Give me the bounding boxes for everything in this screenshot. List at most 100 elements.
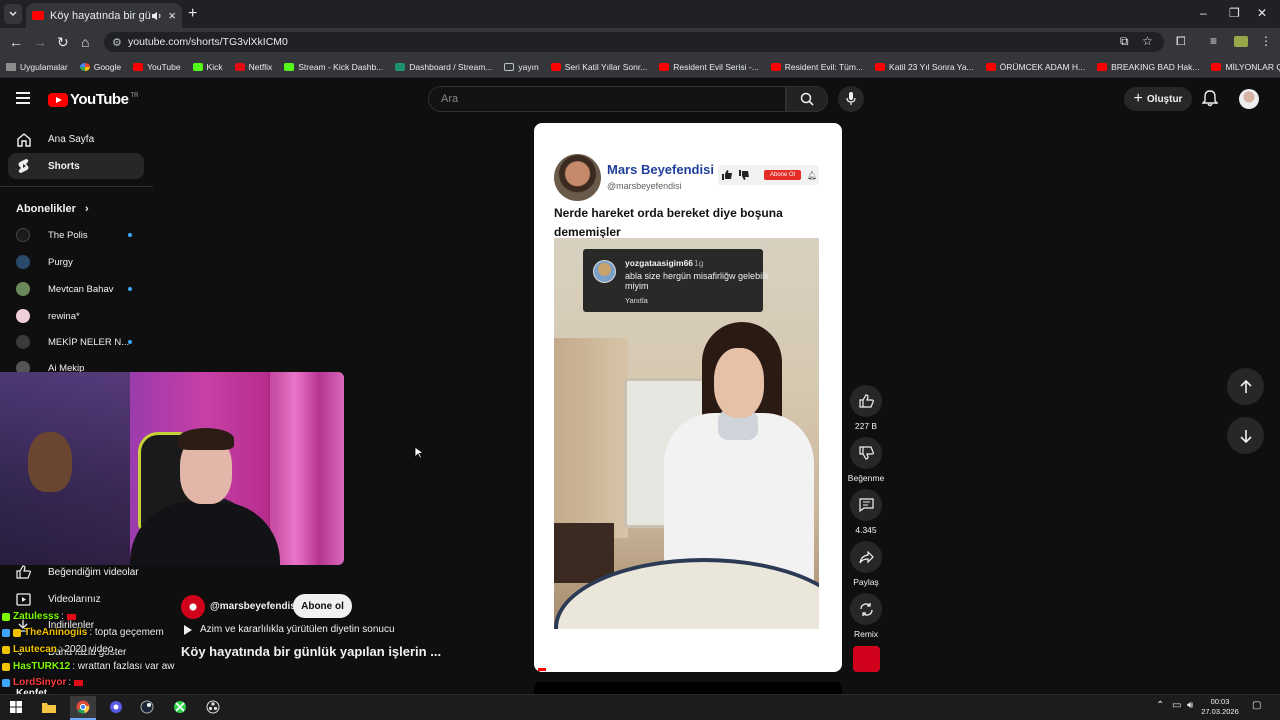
bookmark-stream-dashboard[interactable]: Dashboard / Stream... — [395, 62, 492, 72]
dashboard-icon — [395, 62, 406, 71]
tab-search-button[interactable] — [4, 4, 22, 24]
chat-message: TheAninogiis: topta geçemem — [2, 625, 164, 640]
network-icon[interactable]: ▭ — [1172, 700, 1181, 711]
taskbar-clock[interactable]: 00:03 27.03.2026 — [1200, 697, 1240, 717]
dislike-button[interactable] — [850, 437, 882, 469]
media-controls-icon[interactable]: ≡ — [1210, 34, 1217, 48]
site-info-icon[interactable]: ⚙ — [112, 36, 122, 49]
bookmark-resident-evil-tum[interactable]: Resident Evil: Tüm... — [770, 62, 863, 72]
extensions-icon[interactable]: ⧠ — [1176, 34, 1186, 49]
tab-close-icon[interactable]: × — [168, 8, 176, 23]
app-taskbar-icon[interactable] — [107, 698, 125, 716]
bookmark-apps[interactable]: Uygulamalar — [6, 62, 68, 72]
create-button[interactable]: + Oluştur — [1124, 87, 1192, 111]
bookmark-youtube[interactable]: YouTube — [133, 62, 181, 72]
bookmark-kick-dashboard[interactable]: Stream - Kick Dashb... — [284, 62, 383, 72]
search-input[interactable]: Ara — [428, 86, 786, 112]
youtube-icon — [875, 62, 886, 71]
tray-chevron-up-icon[interactable]: ⌃ — [1156, 700, 1164, 711]
sidebar-divider — [0, 186, 153, 187]
bookmark-breaking-bad[interactable]: BREAKING BAD Hak... — [1097, 62, 1199, 72]
bookmark-orumcek-adam[interactable]: ÖRÜMCEK ADAM H... — [985, 62, 1085, 72]
next-short-button[interactable] — [1227, 417, 1264, 454]
bookmark-katil-23[interactable]: Katil 23 Yıl Sonra Ya... — [875, 62, 974, 72]
plus-icon: + — [1133, 90, 1143, 107]
obs-taskbar-icon[interactable] — [204, 698, 222, 716]
bookmark-milyonlar[interactable]: MİLYONLAR ÇALAR... — [1211, 62, 1280, 72]
bookmark-netflix[interactable]: Netflix — [234, 62, 272, 72]
youtube-icon — [1211, 62, 1222, 71]
subscription-item[interactable]: Purgy — [16, 252, 146, 272]
xbox-taskbar-icon[interactable] — [171, 698, 189, 716]
restore-window-icon[interactable]: ❐ — [1229, 6, 1240, 20]
subscription-item[interactable]: rewina* — [16, 306, 146, 326]
voice-search-button[interactable] — [838, 86, 864, 112]
volume-icon[interactable]: 🔊︎ — [1187, 700, 1193, 711]
bookmark-kick[interactable]: Kick — [192, 62, 223, 72]
account-avatar[interactable] — [1239, 89, 1259, 109]
home-icon[interactable]: ⌂ — [81, 34, 89, 50]
share-button[interactable] — [850, 541, 882, 573]
chrome-taskbar-icon[interactable] — [70, 696, 96, 720]
sidebar-item-your-videos[interactable]: Videolarınız — [8, 588, 144, 610]
bookmark-google[interactable]: Google — [79, 62, 121, 72]
minimize-window-icon[interactable]: – — [1200, 6, 1207, 20]
previous-short-button[interactable] — [1227, 368, 1264, 405]
install-app-icon[interactable]: ⧉ — [1120, 34, 1129, 49]
subscriptions-heading[interactable]: Abonelikler › — [16, 203, 89, 215]
youtube-icon — [985, 62, 996, 71]
sidebar-item-home[interactable]: Ana Sayfa — [8, 126, 144, 152]
profile-icon[interactable] — [1234, 36, 1248, 47]
menu-icon[interactable] — [16, 92, 30, 104]
sound-thumbnail[interactable] — [853, 646, 880, 672]
forward-icon[interactable]: → — [33, 34, 47, 50]
browser-tab[interactable]: Köy hayatında bir günlük ya... × — [26, 3, 182, 28]
video-progress-bar[interactable] — [538, 668, 546, 671]
notification-center-icon[interactable]: ▢ — [1252, 700, 1261, 711]
comments-button[interactable] — [850, 489, 882, 521]
bookmark-seri-katil[interactable]: Seri Katil Yıllar Sonr... — [550, 62, 647, 72]
bookmark-folder-yayin[interactable]: yayın — [504, 62, 539, 72]
youtube-icon — [133, 62, 144, 71]
browser-menu-icon[interactable]: ⋮ — [1260, 34, 1272, 48]
subscription-item[interactable]: The Polis — [16, 225, 146, 245]
overlay-channel-name: Mars Beyefendisi — [607, 162, 714, 177]
kick-icon — [284, 62, 295, 71]
youtube-logo[interactable]: YouTube TR — [48, 91, 138, 108]
short-music-info[interactable]: Azim ve kararlılıkla yürütülen diyetin s… — [183, 624, 395, 635]
like-button[interactable] — [850, 385, 882, 417]
windows-start-icon[interactable] — [7, 698, 25, 716]
address-bar[interactable]: ⚙ youtube.com/shorts/TG3vlXkICM0 — [104, 32, 1164, 52]
comment-text: abla size hergün misafirliğw gelebilir m… — [625, 271, 770, 291]
turkish-flag-icon — [66, 613, 76, 620]
kick-icon — [192, 62, 203, 71]
bookmark-resident-evil-serisi[interactable]: Resident Evil Serisi -... — [659, 62, 759, 72]
back-icon[interactable]: ← — [9, 34, 23, 50]
remix-label: Remix — [853, 629, 879, 639]
apps-grid-icon — [6, 62, 16, 71]
thumbs-down-icon — [858, 446, 874, 460]
subscription-item[interactable]: MEKİP NELER N... — [16, 332, 146, 352]
steam-taskbar-icon[interactable] — [138, 698, 156, 716]
search-button[interactable] — [786, 86, 828, 112]
subscription-item[interactable]: Mevtcan Bahav — [16, 279, 146, 299]
bookmark-star-icon[interactable]: ☆ — [1142, 34, 1153, 48]
comment-count: 4.345 — [855, 525, 877, 535]
remix-button[interactable] — [850, 593, 882, 625]
speaker-icon[interactable] — [151, 11, 162, 21]
netflix-icon — [234, 62, 245, 71]
subscribe-button[interactable]: Abone ol — [293, 594, 352, 618]
sidebar-item-shorts[interactable]: Shorts — [8, 153, 144, 179]
person-face — [714, 348, 764, 418]
reload-icon[interactable]: ↻ — [57, 34, 69, 51]
file-explorer-icon[interactable] — [40, 698, 58, 716]
short-title[interactable]: Köy hayatında bir günlük yapılan işlerin… — [181, 644, 441, 659]
close-window-icon[interactable]: ✕ — [1257, 6, 1267, 20]
sidebar-item-liked-videos[interactable]: Beğendiğim videolar — [8, 561, 144, 583]
new-tab-button[interactable]: + — [188, 5, 197, 23]
notifications-bell-icon[interactable] — [1202, 90, 1218, 107]
short-channel-avatar[interactable] — [181, 595, 205, 619]
short-channel-handle[interactable]: @marsbeyefendisi — [210, 601, 299, 612]
live-indicator — [128, 287, 132, 291]
thumbs-up-icon — [858, 394, 874, 408]
